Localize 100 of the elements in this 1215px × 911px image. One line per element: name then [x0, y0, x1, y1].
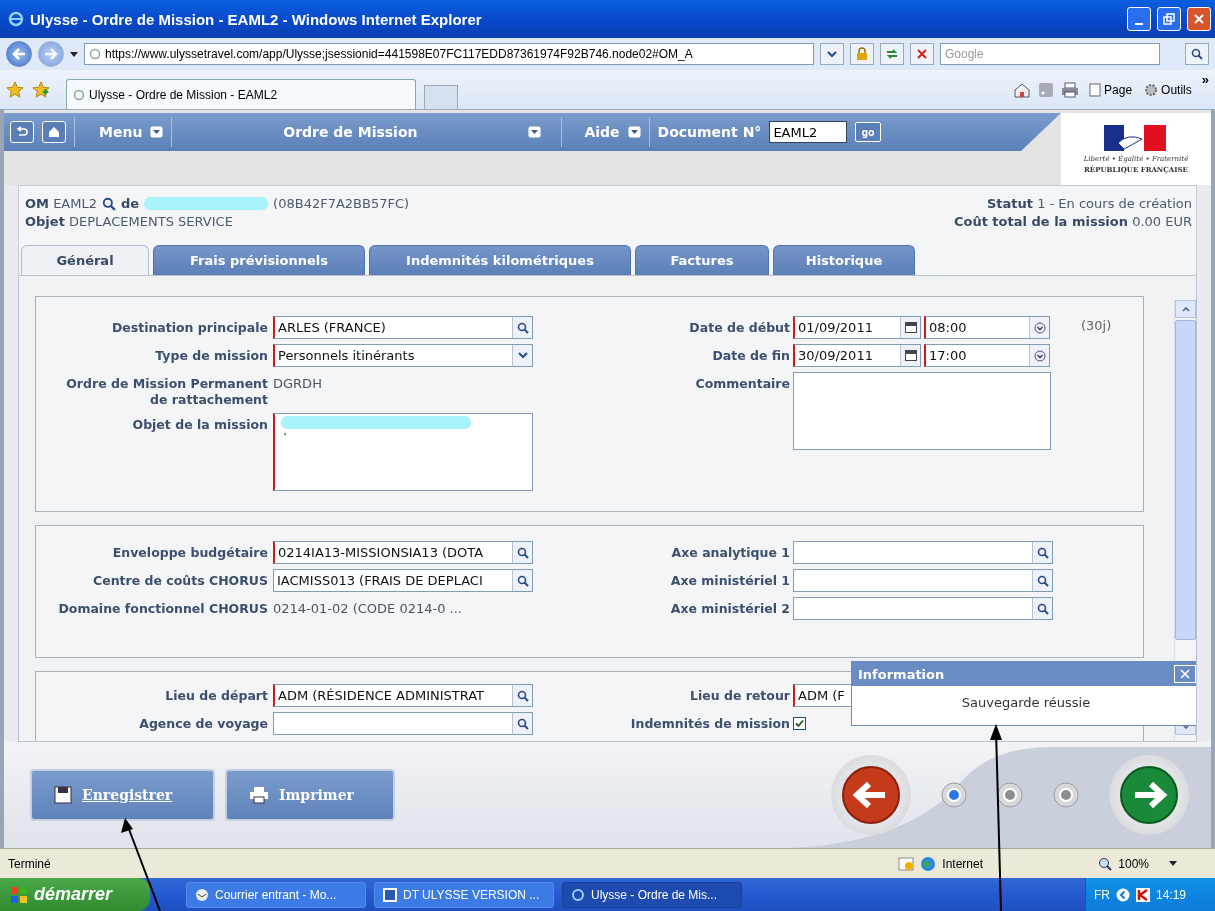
search-button[interactable] — [1185, 43, 1209, 65]
search-button[interactable] — [1032, 542, 1052, 563]
arrow-left-icon — [841, 765, 901, 825]
browser-logo-icon — [571, 887, 585, 902]
k-logo-icon[interactable] — [1136, 887, 1150, 902]
lookup-field[interactable] — [793, 597, 1053, 620]
tab[interactable]: Historique — [773, 245, 915, 275]
search-button[interactable] — [1032, 598, 1052, 619]
tab[interactable]: Indemnités kilométriques — [369, 245, 631, 275]
page-icon — [73, 88, 85, 101]
tab[interactable]: Général — [21, 245, 149, 275]
taskbar-button[interactable]: DT ULYSSE VERSION ... — [374, 881, 554, 908]
time-button[interactable] — [1029, 345, 1049, 366]
field-label: Lieu de départ — [164, 687, 268, 704]
warning-icon — [898, 856, 915, 871]
printer-icon — [249, 786, 269, 804]
restore-button[interactable] — [1157, 7, 1181, 31]
home-icon[interactable] — [1013, 81, 1032, 98]
owner-code: (08B42F7A2BB57FC) — [273, 196, 410, 211]
mission-object: Objet DEPLACEMENTS SERVICE — [25, 214, 233, 229]
lock-button[interactable] — [850, 43, 874, 65]
page-icon — [89, 48, 101, 60]
taskbar-button[interactable]: Courrier entrant - Mo... — [186, 881, 366, 908]
add-favorite-icon[interactable] — [32, 80, 50, 99]
taskbar-button[interactable]: Ulysse - Ordre de Mis... — [562, 881, 742, 908]
date-field[interactable]: 30/09/2011 — [793, 344, 921, 367]
search-button[interactable] — [1032, 570, 1052, 591]
back-button[interactable] — [6, 41, 32, 67]
dropdown-button[interactable] — [512, 345, 532, 366]
close-button[interactable] — [1187, 7, 1211, 31]
text-area[interactable] — [793, 372, 1051, 450]
tab[interactable]: Frais prévisionnels — [153, 245, 365, 275]
step-indicator[interactable] — [997, 782, 1023, 808]
field-label: Lieu de retour — [688, 687, 790, 704]
clock: 14:19 — [1156, 887, 1187, 902]
mission-status: Statut 1 - En cours de création — [986, 196, 1192, 211]
tab[interactable]: Factures — [635, 245, 769, 275]
star-icon[interactable] — [6, 80, 24, 99]
lookup-field[interactable]: IACMISS013 (FRAIS DE DEPLACI — [273, 569, 533, 592]
home-button[interactable] — [42, 121, 66, 143]
close-icon — [917, 49, 927, 59]
page-icon — [1089, 82, 1102, 97]
lookup-field[interactable]: 0214IA13-MISSIONSIA13 (DOTA — [273, 541, 533, 564]
field-label: Centre de coûts CHORUS — [92, 572, 268, 589]
close-button[interactable] — [1174, 665, 1196, 683]
search-icon — [1036, 574, 1049, 587]
chevron-down-icon — [827, 50, 837, 58]
start-button[interactable]: démarrer — [0, 878, 150, 911]
tools-menu[interactable]: Outils — [1142, 82, 1194, 97]
time-button[interactable] — [1029, 317, 1049, 338]
calendar-button[interactable] — [900, 345, 920, 366]
field-label: Date de fin — [711, 347, 790, 364]
search-button[interactable] — [512, 685, 532, 706]
zoom-icon — [1098, 856, 1113, 871]
refresh-button[interactable] — [880, 43, 904, 65]
calendar-button[interactable] — [900, 317, 920, 338]
owner-label: de — [121, 196, 140, 211]
search-button[interactable] — [512, 570, 532, 591]
print-icon[interactable] — [1061, 81, 1080, 98]
lookup-field[interactable] — [793, 569, 1053, 592]
chevron-left-icon[interactable] — [1116, 887, 1130, 902]
field-label: Indemnités de mission — [629, 715, 790, 732]
page-menu[interactable]: Page — [1087, 82, 1135, 97]
lookup-field[interactable]: ARLES (FRANCE) — [273, 316, 533, 339]
language-indicator[interactable]: FR — [1094, 887, 1110, 902]
stop-button[interactable] — [910, 43, 934, 65]
search-button[interactable] — [512, 542, 532, 563]
document-icon — [383, 887, 397, 902]
arrow-right-icon — [1119, 765, 1179, 825]
zoom-level[interactable]: 100% — [1118, 856, 1149, 871]
time-field[interactable]: 17:00 — [924, 344, 1050, 367]
go-button[interactable]: go — [855, 122, 881, 142]
arrow-left-icon — [12, 48, 26, 60]
scroll-thumb[interactable] — [1175, 320, 1196, 640]
more-chevron[interactable]: » — [1201, 72, 1209, 87]
checkbox[interactable] — [793, 717, 806, 730]
calendar-icon — [904, 350, 917, 361]
field-label: Axe ministériel 2 — [669, 600, 790, 617]
search-field[interactable]: Google — [940, 43, 1160, 65]
caret-icon — [150, 126, 164, 138]
browser-tab[interactable]: Ulysse - Ordre de Mission - EAML2 — [66, 79, 416, 109]
date-field[interactable]: 01/09/2011 — [793, 316, 921, 339]
search-icon — [1036, 546, 1049, 559]
arrow-right-icon — [44, 48, 58, 60]
lookup-field[interactable] — [793, 541, 1053, 564]
dropdown-field[interactable]: Personnels itinérants — [273, 344, 533, 367]
search-button[interactable] — [512, 317, 532, 338]
minimize-button[interactable] — [1127, 7, 1151, 31]
home-icon — [48, 126, 60, 138]
document-number-field[interactable]: EAML2 — [769, 121, 848, 143]
lookup-field[interactable]: ADM (RÉSIDENCE ADMINISTRAT — [273, 684, 533, 707]
lock-icon — [856, 47, 868, 61]
lookup-field[interactable] — [273, 712, 533, 735]
address-field[interactable]: https://www.ulyssetravel.com/app/Ulysse;jsessionid=441598E07FC117EDD87361974F92B746.node02#OM_A — [84, 43, 814, 65]
search-button[interactable] — [512, 713, 532, 734]
time-field[interactable]: 08:00 — [924, 316, 1050, 339]
text-area[interactable]: . — [273, 413, 533, 491]
dropdown-button[interactable] — [820, 43, 844, 65]
caret-icon — [1169, 861, 1177, 866]
restore-icon — [1163, 13, 1175, 25]
